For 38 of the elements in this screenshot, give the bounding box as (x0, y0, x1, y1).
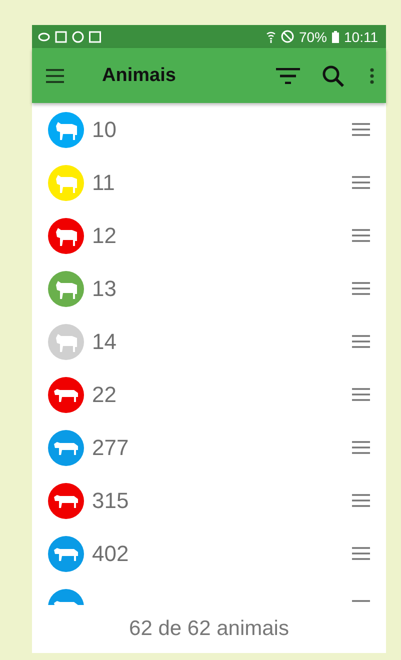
animal-row[interactable]: 277 (32, 421, 386, 474)
animal-number: 14 (92, 328, 118, 354)
animal-row[interactable]: 14 (32, 315, 386, 368)
search-button[interactable] (322, 64, 344, 86)
blocked-icon (280, 30, 294, 43)
row-menu-icon[interactable] (352, 494, 370, 507)
row-menu-icon[interactable] (352, 441, 370, 454)
animal-row[interactable]: 10 (32, 103, 386, 156)
animal-row[interactable]: 11 (32, 156, 386, 209)
row-menu-icon[interactable] (352, 547, 370, 560)
screen-title: Animais (102, 64, 177, 86)
animal-count: 62 de 62 animais (129, 617, 289, 641)
animal-number: 22 (92, 382, 118, 408)
menu-button[interactable] (46, 68, 64, 82)
animal-number: 13 (92, 276, 118, 302)
clock: 10:11 (344, 28, 378, 44)
row-menu-icon[interactable] (352, 176, 370, 189)
battery-percent: 70% (298, 28, 327, 44)
row-menu-icon[interactable] (352, 123, 370, 136)
animal-row[interactable]: 12 (32, 209, 386, 262)
animal-row[interactable]: 13 (32, 262, 386, 315)
animal-row[interactable]: 402 (32, 527, 386, 580)
animal-number: 10 (92, 116, 118, 142)
animal-row[interactable]: 315 (32, 474, 386, 527)
animal-number: 315 (92, 488, 130, 514)
wifi-icon (266, 30, 276, 42)
animal-row[interactable]: 22 (32, 368, 386, 421)
more-options-button[interactable] (370, 68, 374, 84)
animal-number: 277 (92, 434, 130, 460)
row-menu-icon[interactable] (352, 388, 370, 401)
animal-number: 12 (92, 222, 118, 248)
row-menu-icon[interactable] (352, 335, 370, 348)
animal-number: 402 (92, 540, 130, 566)
animal-number: 11 (92, 170, 116, 196)
battery-icon (332, 30, 339, 42)
filter-button[interactable] (276, 68, 300, 84)
row-menu-icon[interactable] (352, 282, 370, 295)
row-menu-icon[interactable] (352, 229, 370, 242)
